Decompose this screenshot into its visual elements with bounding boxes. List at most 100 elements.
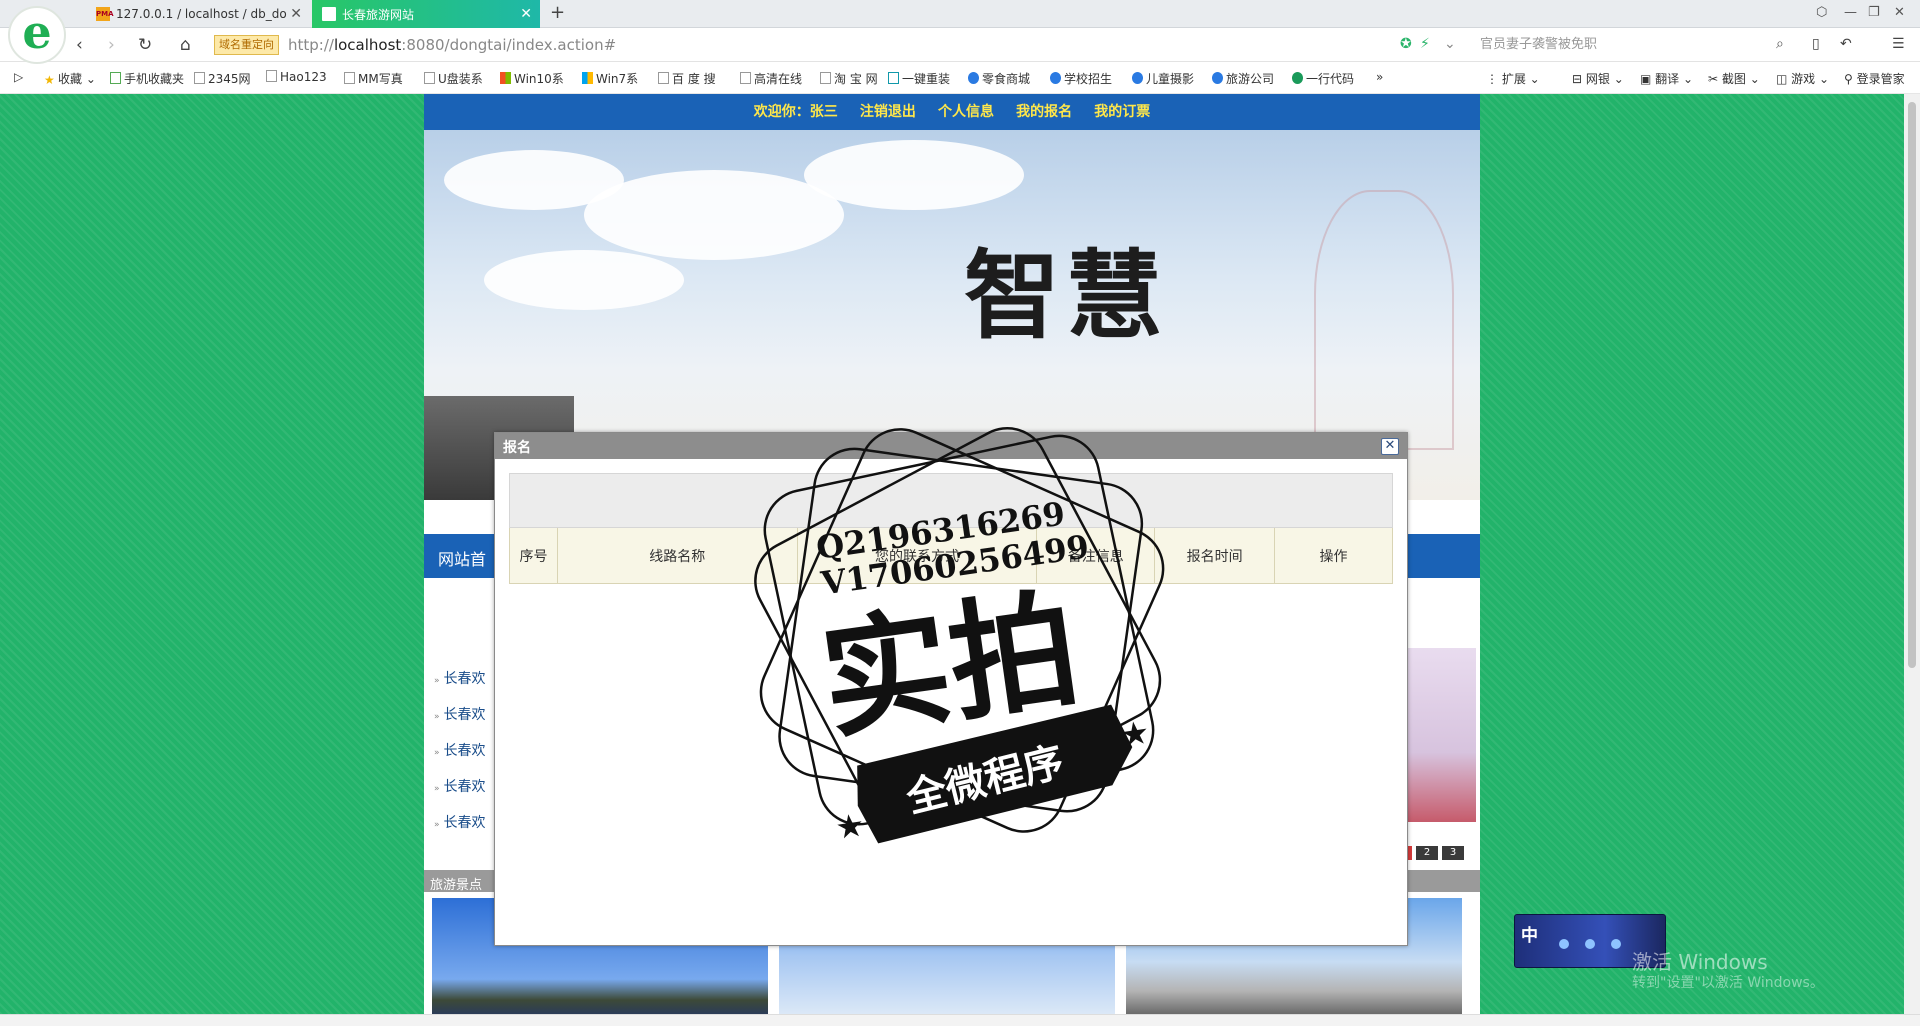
col-header: 操作 bbox=[1274, 527, 1393, 584]
page-scrollbar[interactable] bbox=[1904, 94, 1920, 1014]
banner-title: 智慧 bbox=[964, 239, 1168, 352]
toolbar-games[interactable]: ◫ 游戏 ⌄ bbox=[1776, 70, 1829, 87]
my-tickets-link[interactable]: 我的订票 bbox=[1094, 94, 1150, 130]
bookmark-item[interactable]: 一键重装 bbox=[888, 70, 950, 87]
browser-logo[interactable]: e bbox=[8, 6, 66, 64]
col-header: 您的联系方式 bbox=[796, 527, 1038, 584]
toolbar-bank[interactable]: ⊟ 网银 ⌄ bbox=[1572, 70, 1624, 87]
user-nav: 欢迎你：张三 注销退出 个人信息 我的报名 我的订票 bbox=[424, 94, 1480, 130]
bookmark-item[interactable]: Hao123 bbox=[266, 70, 327, 84]
bookmark-item[interactable]: 一行代码 bbox=[1292, 70, 1354, 87]
toolbar-screenshot[interactable]: ✂ 截图 ⌄ bbox=[1708, 70, 1760, 87]
more-bookmarks-icon[interactable]: » bbox=[1376, 70, 1383, 84]
news-item[interactable]: » 长春欢 bbox=[434, 704, 494, 724]
bookmark-item[interactable]: 零食商城 bbox=[968, 70, 1030, 87]
cloud-shape bbox=[804, 140, 1024, 210]
tab-label: 127.0.0.1 / localhost / db_do bbox=[116, 7, 287, 21]
ime-dot-icon bbox=[1585, 939, 1595, 949]
logout-link[interactable]: 注销退出 bbox=[860, 94, 916, 130]
bookmark-item[interactable]: 学校招生 bbox=[1050, 70, 1112, 87]
home-button[interactable]: ⌂ bbox=[180, 35, 191, 55]
slideshow-image[interactable] bbox=[1400, 648, 1476, 822]
activate-windows-title: 激活 Windows bbox=[1632, 950, 1768, 974]
status-bar bbox=[0, 1014, 1920, 1026]
cloud-shape bbox=[484, 250, 684, 310]
skin-icon[interactable]: ⬡ bbox=[1816, 5, 1827, 20]
col-header: 序号 bbox=[509, 527, 558, 584]
table-caption bbox=[509, 473, 1393, 528]
bookmark-item[interactable]: 旅游公司 bbox=[1212, 70, 1274, 87]
close-window-button[interactable]: ✕ bbox=[1894, 5, 1905, 20]
security-icon[interactable]: ✪ bbox=[1400, 36, 1412, 52]
search-input[interactable]: 官员妻子袭警被免职 bbox=[1472, 32, 1792, 58]
dialog-titlebar[interactable]: 报名 ✕ bbox=[495, 433, 1407, 459]
bookmark-item[interactable]: MM写真 bbox=[344, 70, 403, 87]
close-tab-icon[interactable]: ✕ bbox=[520, 6, 532, 22]
activate-windows-sub: 转到"设置"以激活 Windows。 bbox=[1632, 975, 1824, 991]
ime-dot-icon bbox=[1611, 939, 1621, 949]
profile-link[interactable]: 个人信息 bbox=[938, 94, 994, 130]
reload-button[interactable]: ↻ bbox=[138, 35, 152, 55]
search-icon[interactable]: ⌕ bbox=[1776, 36, 1784, 52]
welcome-user: 欢迎你：张三 bbox=[753, 104, 838, 120]
page-background: 欢迎你：张三 注销退出 个人信息 我的报名 我的订票 智慧 网站首 » 长春欢 »… bbox=[0, 94, 1904, 1014]
ime-dot-icon bbox=[1559, 939, 1569, 949]
bookmark-item[interactable]: Win10系 bbox=[500, 70, 564, 87]
close-tab-icon[interactable]: ✕ bbox=[290, 6, 302, 22]
dialog-title: 报名 bbox=[503, 440, 531, 456]
close-icon[interactable]: ✕ bbox=[1381, 438, 1399, 455]
new-tab-button[interactable]: + bbox=[550, 2, 565, 23]
undo-icon[interactable]: ↶ bbox=[1840, 36, 1852, 52]
bookmark-item[interactable]: ★ 收藏 ⌄ bbox=[44, 70, 96, 87]
tab-label: 长春旅游网站 bbox=[342, 7, 415, 22]
cloud-shape bbox=[584, 170, 844, 260]
phpmyadmin-icon: PMA bbox=[96, 7, 114, 21]
col-header: 备注信息 bbox=[1036, 527, 1156, 584]
bookmarks-bar: ▷ ★ 收藏 ⌄ 手机收藏夹 2345网 Hao123 MM写真 U盘装系 Win… bbox=[0, 62, 1920, 94]
speed-mode-icon[interactable]: ⚡ bbox=[1420, 36, 1430, 52]
slide-page-2[interactable]: 2 bbox=[1416, 846, 1438, 860]
tab-phpmyadmin[interactable]: PMA 127.0.0.1 / localhost / db_do ✕ bbox=[86, 0, 310, 28]
my-signups-link[interactable]: 我的报名 bbox=[1016, 94, 1072, 130]
forward-button[interactable]: › bbox=[108, 35, 115, 55]
restore-button[interactable]: ❐ bbox=[1868, 5, 1880, 20]
bookmark-item[interactable]: 淘 宝 网 bbox=[820, 70, 878, 87]
bookmark-item[interactable]: 百 度 搜 bbox=[658, 70, 716, 87]
news-item[interactable]: » 长春欢 bbox=[434, 740, 494, 760]
signup-table: 序号 线路名称 您的联系方式 备注信息 报名时间 操作 bbox=[509, 473, 1393, 584]
scenic-section-title: 旅游景点 bbox=[430, 878, 483, 893]
scrollbar-thumb[interactable] bbox=[1908, 102, 1916, 668]
tab-bar: e PMA 127.0.0.1 / localhost / db_do ✕ 长春… bbox=[0, 0, 1920, 64]
sidebar-toggle-icon[interactable]: ▷ bbox=[14, 70, 23, 84]
bookmark-item[interactable]: U盘装系 bbox=[424, 70, 483, 87]
chevron-down-icon[interactable]: ⌄ bbox=[1444, 36, 1456, 52]
signup-dialog: 报名 ✕ 序号 线路名称 您的联系方式 备注信息 报名时间 操作 bbox=[494, 432, 1408, 946]
url-input[interactable]: http://localhost:8080/dongtai/index.acti… bbox=[288, 36, 616, 54]
bookmark-item[interactable]: 2345网 bbox=[194, 70, 251, 87]
ime-label: 中 bbox=[1521, 926, 1538, 946]
table-header-row: 序号 线路名称 您的联系方式 备注信息 报名时间 操作 bbox=[509, 527, 1393, 584]
bookmark-item[interactable]: Win7系 bbox=[582, 70, 638, 87]
minimize-button[interactable]: — bbox=[1844, 5, 1857, 20]
lamp-illustration bbox=[1314, 190, 1454, 450]
slide-page-3[interactable]: 3 bbox=[1442, 846, 1464, 860]
reader-icon[interactable]: ▯ bbox=[1812, 36, 1820, 52]
news-item[interactable]: » 长春欢 bbox=[434, 668, 494, 688]
toolbar-extensions[interactable]: ⋮ 扩展 ⌄ bbox=[1486, 70, 1540, 87]
nav-home-link[interactable]: 网站首 bbox=[438, 546, 486, 570]
redirect-badge[interactable]: 域名重定向 bbox=[214, 35, 279, 55]
col-header: 线路名称 bbox=[556, 527, 798, 584]
col-header: 报名时间 bbox=[1154, 527, 1276, 584]
address-bar: ‹ › ↻ ⌂ 域名重定向 http://localhost:8080/dong… bbox=[0, 28, 1920, 62]
toolbar-translate[interactable]: ▣ 翻译 ⌄ bbox=[1640, 70, 1693, 87]
bookmark-item[interactable]: 手机收藏夹 bbox=[110, 70, 184, 87]
bookmark-item[interactable]: 高清在线 bbox=[740, 70, 802, 87]
page-icon bbox=[322, 7, 336, 21]
news-item[interactable]: » 长春欢 bbox=[434, 776, 494, 796]
news-item[interactable]: » 长春欢 bbox=[434, 812, 494, 832]
bookmark-item[interactable]: 儿童摄影 bbox=[1132, 70, 1194, 87]
menu-icon[interactable]: ☰ bbox=[1892, 36, 1905, 52]
tab-changchun-travel[interactable]: 长春旅游网站 ✕ bbox=[312, 0, 540, 28]
back-button[interactable]: ‹ bbox=[76, 35, 83, 55]
toolbar-login-manager[interactable]: ⚲ 登录管家 bbox=[1844, 70, 1905, 87]
